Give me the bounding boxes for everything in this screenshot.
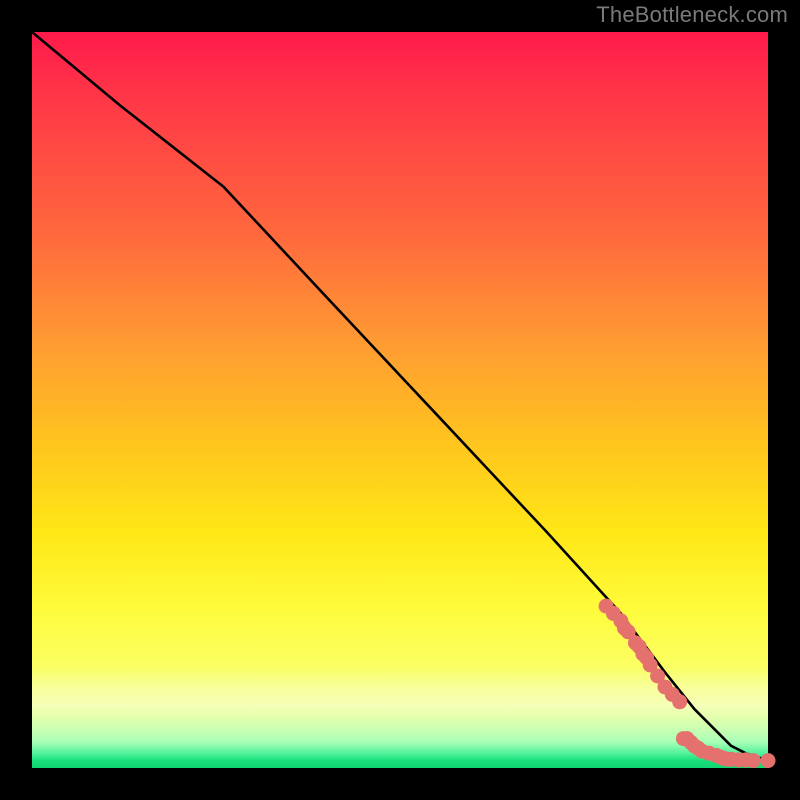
chart-line xyxy=(32,32,768,761)
watermark-text: TheBottleneck.com xyxy=(596,2,788,28)
scatter-point xyxy=(761,753,776,768)
plot-area xyxy=(32,32,768,768)
chart-scatter-points xyxy=(599,599,776,769)
chart-overlay xyxy=(32,32,768,768)
scatter-point xyxy=(672,694,687,709)
scatter-point xyxy=(746,753,761,768)
chart-frame: TheBottleneck.com xyxy=(0,0,800,800)
